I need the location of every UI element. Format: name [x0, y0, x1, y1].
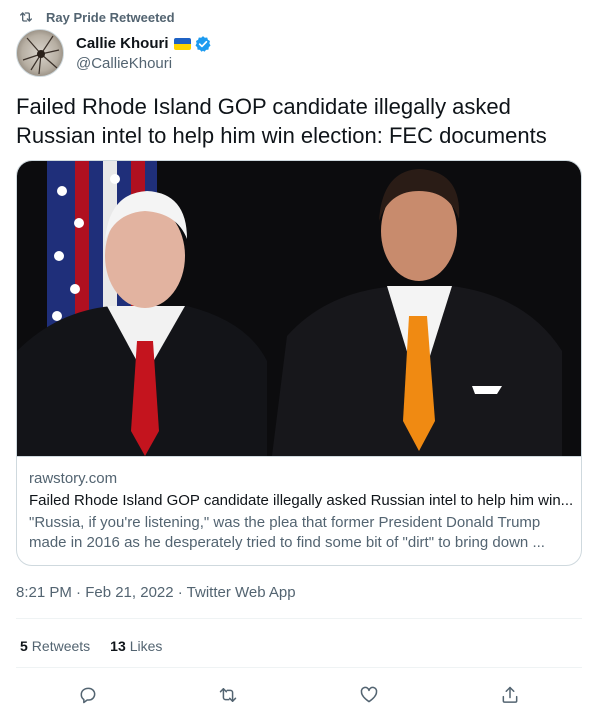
link-card-description: "Russia, if you're listening," was the p…	[29, 514, 545, 551]
author-name[interactable]: Callie Khouri	[76, 35, 169, 52]
avatar-image	[22, 35, 60, 75]
heart-icon	[360, 686, 378, 703]
likes-label: Likes	[129, 638, 163, 654]
ukraine-flag-icon	[173, 37, 191, 50]
retweet-button[interactable]	[214, 681, 242, 709]
divider	[16, 667, 582, 668]
tweet-timestamp[interactable]: 8:21 PM · Feb 21, 2022 · Twitter Web App	[16, 584, 296, 601]
link-card[interactable]: rawstory.com Failed Rhode Island GOP can…	[16, 160, 582, 566]
share-icon	[502, 686, 518, 703]
tweet-text: Failed Rhode Island GOP candidate illega…	[16, 94, 547, 148]
engagement-stats: 5 Retweets 13 Likes	[20, 638, 182, 654]
verified-badge-icon	[195, 35, 211, 52]
likes-stat[interactable]: 13 Likes	[110, 638, 162, 654]
like-button[interactable]	[355, 681, 383, 709]
retweets-stat[interactable]: 5 Retweets	[20, 638, 90, 654]
link-card-domain: rawstory.com	[29, 470, 118, 487]
likes-count: 13	[110, 638, 126, 654]
avatar[interactable]	[16, 29, 64, 77]
retweets-label: Retweets	[31, 638, 91, 654]
retweet-banner[interactable]: Ray Pride Retweeted	[18, 9, 175, 25]
tweet-author: Callie Khouri @CallieKhouri	[16, 29, 212, 77]
retweets-count: 5	[20, 638, 28, 654]
tweet-action-bar	[0, 681, 598, 709]
reply-icon	[80, 687, 96, 704]
retweet-banner-text: Ray Pride Retweeted	[46, 9, 175, 25]
reply-button[interactable]	[74, 681, 102, 709]
retweet-icon	[20, 12, 32, 22]
author-handle[interactable]: @CallieKhouri	[76, 55, 212, 72]
divider	[16, 618, 582, 619]
link-card-title: Failed Rhode Island GOP candidate illega…	[29, 492, 574, 509]
share-button[interactable]	[496, 681, 524, 709]
link-card-image	[17, 161, 581, 456]
retweet-icon	[219, 688, 237, 702]
